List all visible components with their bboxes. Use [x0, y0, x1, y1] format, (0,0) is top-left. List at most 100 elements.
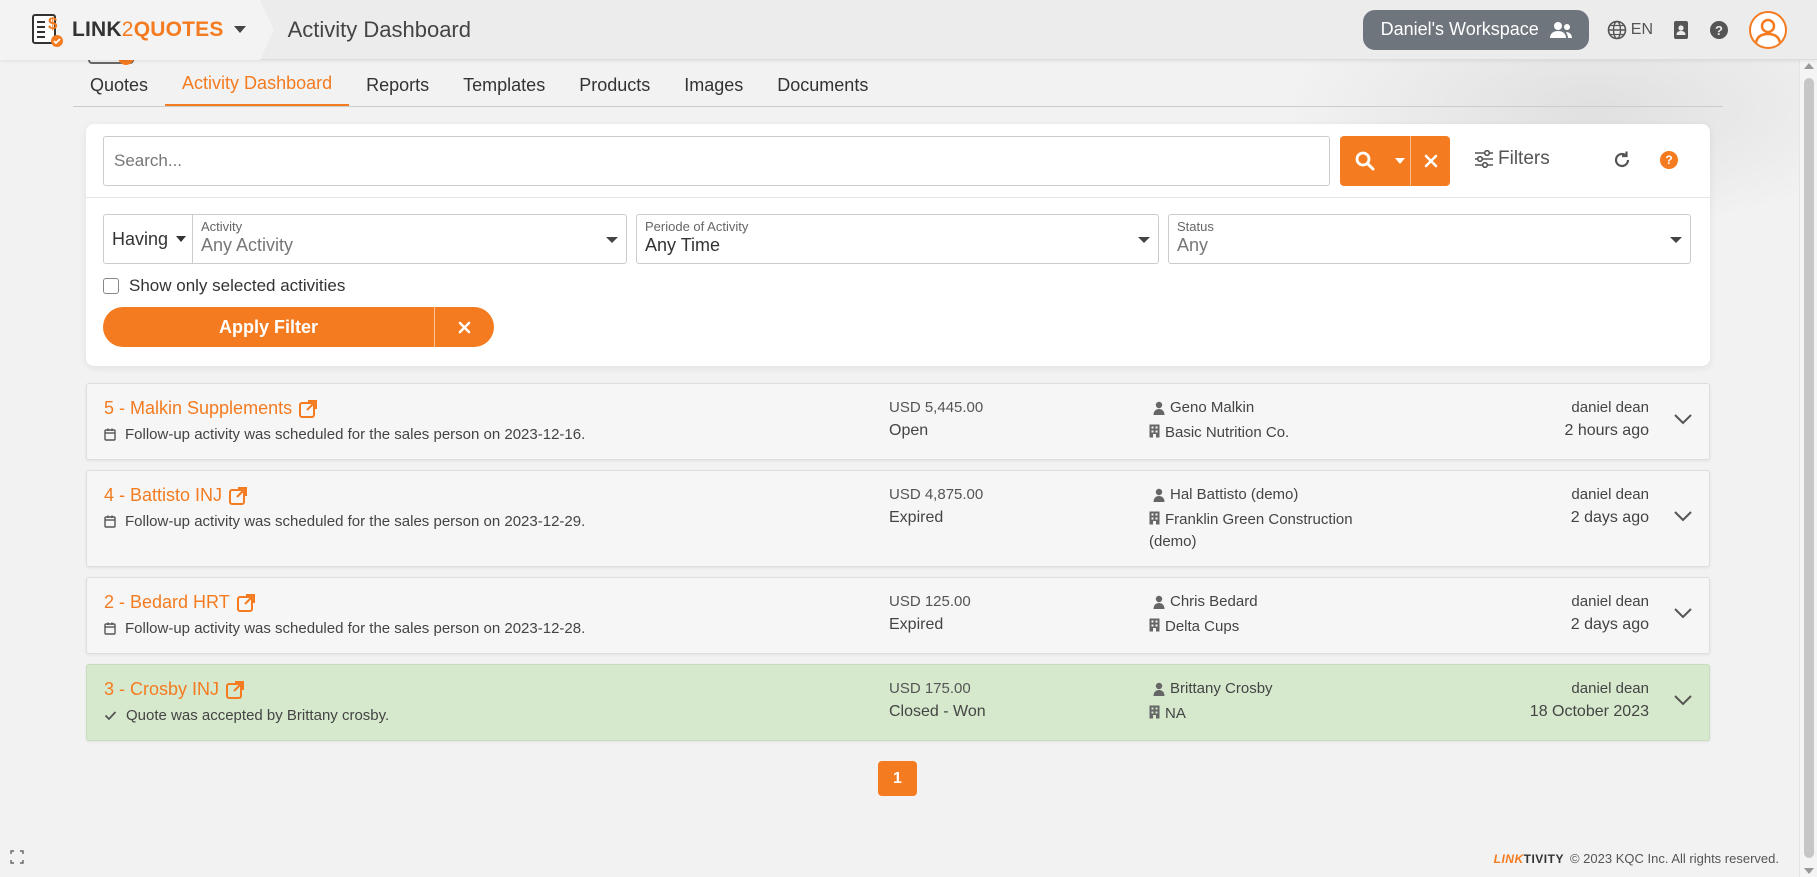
period-value: Any Time: [645, 235, 721, 255]
fullscreen-button[interactable]: [10, 850, 24, 869]
expand-button[interactable]: [1673, 693, 1693, 711]
main-tabs: Quotes Activity Dashboard Reports Templa…: [73, 62, 1723, 107]
tab-documents[interactable]: Documents: [760, 62, 885, 106]
caret-down-icon: [606, 237, 618, 243]
scroll-up-arrow-icon[interactable]: [1804, 63, 1814, 69]
period-label: Periode of Activity: [645, 219, 749, 234]
workspace-button[interactable]: Daniel's Workspace: [1362, 9, 1589, 50]
refresh-icon: [1614, 151, 1630, 168]
caret-down-icon: [1138, 237, 1150, 243]
page-title: Activity Dashboard: [287, 16, 471, 42]
scroll-thumb[interactable]: [1804, 78, 1814, 858]
quote-title-link[interactable]: 2 - Bedard HRT: [104, 592, 256, 613]
external-link-icon[interactable]: [298, 399, 318, 419]
language-label: EN: [1630, 20, 1653, 38]
activity-select[interactable]: Activity Any Activity: [193, 214, 627, 264]
contacts-button[interactable]: [1673, 20, 1689, 40]
quote-activity-text: Follow-up activity was scheduled for the…: [125, 620, 586, 637]
having-select[interactable]: Having: [103, 214, 193, 264]
external-link-icon[interactable]: [236, 593, 256, 613]
apply-filter-button[interactable]: Apply Filter: [103, 307, 434, 347]
quote-time: 18 October 2023: [1529, 703, 1649, 720]
svg-text:$: $: [48, 14, 58, 33]
quote-company: NA: [1149, 703, 1377, 725]
help-icon[interactable]: ?: [1660, 151, 1678, 169]
tab-templates[interactable]: Templates: [446, 62, 562, 106]
search-button[interactable]: [1340, 136, 1390, 186]
quote-title: 4 - Battisto INJ: [104, 485, 223, 505]
quote-activity: Follow-up activity was scheduled for the…: [104, 620, 585, 637]
period-select[interactable]: Periode of Activity Any Time: [636, 214, 1159, 264]
tab-images[interactable]: Images: [667, 62, 760, 106]
tab-quotes[interactable]: Quotes: [73, 62, 165, 106]
quote-title-link[interactable]: 5 - Malkin Supplements: [104, 398, 318, 419]
scroll-down-arrow-icon[interactable]: [1804, 868, 1814, 874]
refresh-button[interactable]: [1612, 150, 1632, 175]
top-bar: $ LINK2QUOTES Activity Dashboard Daniel'…: [0, 0, 1817, 60]
sliders-icon: [1475, 150, 1493, 168]
expand-button[interactable]: [1673, 509, 1693, 527]
tab-activity-dashboard[interactable]: Activity Dashboard: [165, 62, 350, 106]
building-icon: [1149, 618, 1160, 632]
expand-button[interactable]: [1673, 606, 1693, 624]
tab-reports[interactable]: Reports: [349, 62, 446, 106]
clear-search-button[interactable]: [1410, 136, 1450, 186]
filters-label: Filters: [1498, 148, 1550, 169]
filter-row: Having Activity Any Activity Periode of …: [103, 214, 1691, 264]
workspace-label: Daniel's Workspace: [1380, 19, 1539, 39]
footer: LINKTIVITY © 2023 KQC Inc. All rights re…: [1494, 851, 1779, 866]
quote-user: daniel dean: [1571, 593, 1649, 610]
status-select[interactable]: Status Any: [1168, 214, 1691, 264]
footer-copyright: © 2023 KQC Inc. All rights reserved.: [1569, 851, 1779, 866]
quote-time: 2 days ago: [1570, 509, 1649, 526]
search-button-group: [1340, 136, 1450, 186]
expand-button[interactable]: [1673, 412, 1693, 430]
search-input[interactable]: [103, 136, 1330, 186]
svg-text:?: ?: [1715, 23, 1723, 38]
vertical-scrollbar[interactable]: [1799, 60, 1817, 877]
user-avatar-icon: [1754, 18, 1782, 43]
page-button-current[interactable]: 1: [878, 761, 917, 796]
brand-logo-icon: $: [32, 13, 63, 47]
brand-name: LINK2QUOTES: [72, 17, 224, 41]
person-icon: [1153, 595, 1165, 609]
quote-title: 3 - Crosby INJ: [104, 679, 220, 699]
quote-title-link[interactable]: 4 - Battisto INJ: [104, 485, 248, 506]
quote-activity-text: Quote was accepted by Brittany crosby.: [126, 707, 390, 724]
help-icon: ?: [1710, 20, 1728, 39]
building-icon: [1149, 511, 1160, 525]
search-icon: [1355, 151, 1375, 171]
quote-status: Expired: [889, 616, 944, 633]
search-bar: Filters ?: [86, 124, 1710, 198]
quote-activity-text: Follow-up activity was scheduled for the…: [125, 513, 586, 530]
language-selector[interactable]: EN: [1607, 20, 1653, 40]
external-link-icon[interactable]: [228, 486, 248, 506]
building-icon: [1149, 705, 1160, 719]
quote-card[interactable]: 5 - Malkin Supplements Follow-up activit…: [86, 383, 1710, 460]
quote-user: daniel dean: [1571, 680, 1649, 697]
show-selected-checkbox[interactable]: [103, 278, 119, 294]
quote-amount: USD 5,445.00: [889, 399, 984, 416]
calendar-icon: [104, 622, 116, 635]
external-link-icon[interactable]: [225, 680, 245, 700]
filters-button[interactable]: Filters: [1474, 148, 1550, 170]
tab-products[interactable]: Products: [562, 62, 667, 106]
chevron-down-icon: [1674, 511, 1692, 522]
quote-amount: USD 125.00: [889, 593, 971, 610]
checkmark-icon: [104, 711, 117, 721]
quote-status: Expired: [889, 509, 944, 526]
quote-card[interactable]: 3 - Crosby INJ Quote was accepted by Bri…: [86, 664, 1710, 741]
search-options-dropdown[interactable]: [1390, 136, 1410, 186]
brand-switcher[interactable]: $ LINK2QUOTES: [0, 0, 260, 60]
quote-contact: Brittany Crosby: [1153, 680, 1273, 697]
user-avatar[interactable]: [1749, 10, 1787, 49]
help-button[interactable]: ?: [1709, 20, 1729, 40]
quote-title: 5 - Malkin Supplements: [104, 398, 293, 418]
chevron-down-icon: [233, 26, 246, 33]
quote-card[interactable]: 4 - Battisto INJ Follow-up activity was …: [86, 470, 1710, 567]
quote-time: 2 days ago: [1570, 616, 1649, 633]
clear-filter-button[interactable]: [434, 307, 494, 347]
quote-card[interactable]: 2 - Bedard HRT Follow-up activity was sc…: [86, 577, 1710, 654]
quote-contact: Chris Bedard: [1153, 593, 1258, 610]
quote-title-link[interactable]: 3 - Crosby INJ: [104, 679, 245, 700]
